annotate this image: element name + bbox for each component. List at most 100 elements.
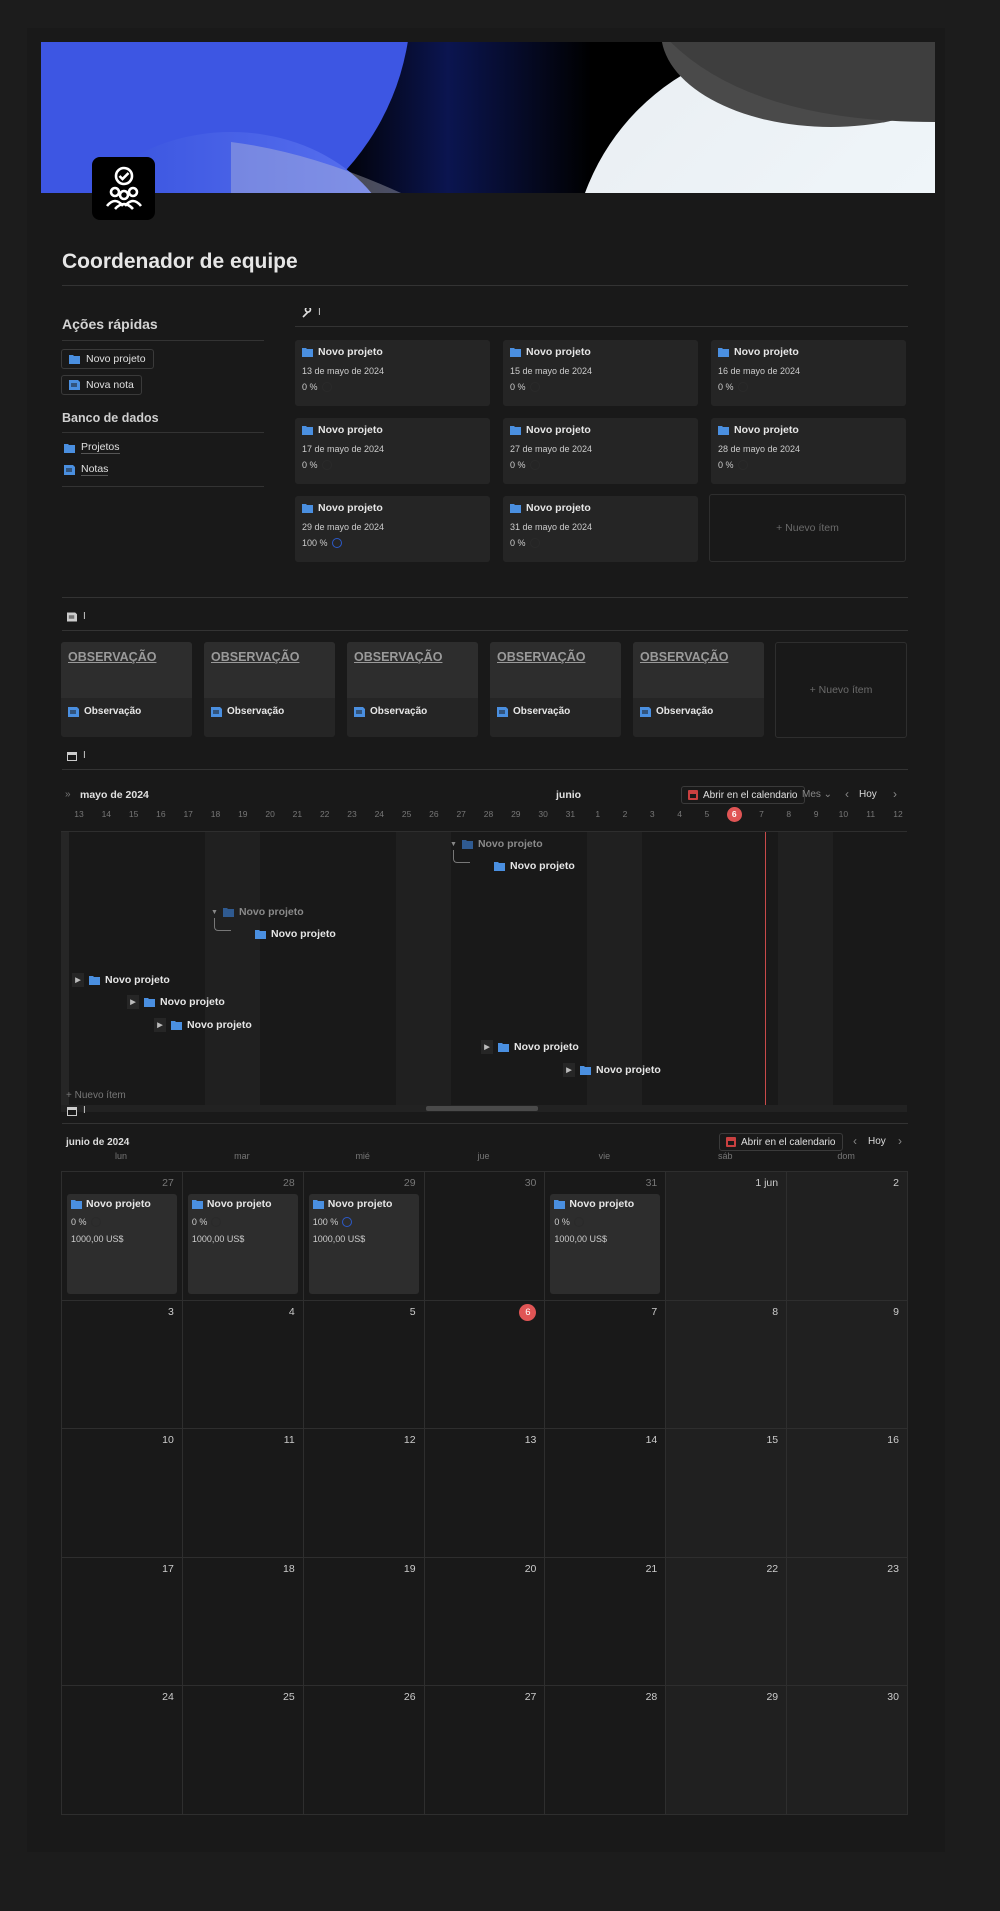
calendar-day-cell[interactable]: 27 Novo projeto 0 % 1000,00 US$ <box>62 1172 183 1301</box>
note-card[interactable]: OBSERVAÇÃO Observação <box>347 642 478 737</box>
calendar-view-header[interactable]: I <box>67 1105 86 1116</box>
chevron-right-icon[interactable]: ▶ <box>127 995 139 1009</box>
new-project-card[interactable]: + Nuevo ítem <box>709 494 906 562</box>
new-project-button[interactable]: Novo projeto <box>61 349 154 369</box>
note-card[interactable]: OBSERVAÇÃO Observação <box>633 642 764 737</box>
team-coordinator-icon <box>92 157 155 220</box>
calendar-day-cell[interactable]: 30 <box>787 1686 908 1815</box>
calendar-day-cell[interactable]: 26 <box>303 1686 425 1815</box>
calendar-day-cell[interactable]: 6 <box>424 1300 546 1430</box>
project-card-title: Novo projeto <box>718 424 899 436</box>
calendar-day-cell[interactable]: 25 <box>182 1686 304 1815</box>
note-card[interactable]: OBSERVAÇÃO Observação <box>61 642 192 737</box>
projects-db-link[interactable]: Projetos <box>64 441 120 454</box>
calendar-day-cell[interactable]: 11 <box>182 1429 304 1558</box>
calendar-day-cell[interactable]: 24 <box>62 1686 183 1815</box>
cover-art <box>41 42 935 193</box>
calendar-day-cell[interactable]: 4 <box>182 1300 304 1430</box>
calendar-day-cell[interactable]: 29 <box>666 1686 788 1815</box>
new-note-card[interactable]: + Nuevo ítem <box>775 642 907 738</box>
note-card[interactable]: OBSERVAÇÃO Observação <box>490 642 621 737</box>
project-card[interactable]: Novo projeto 29 de mayo de 2024 100 % <box>295 496 490 562</box>
chevron-right-icon[interactable]: ▶ <box>563 1063 575 1077</box>
note-icon <box>67 611 77 622</box>
calendar-day-cell[interactable]: 15 <box>666 1429 788 1558</box>
calendar-day-cell[interactable]: 3 <box>62 1300 183 1430</box>
timeline-day-label: 4 <box>677 809 682 819</box>
calendar-day-cell[interactable]: 27 <box>424 1686 546 1815</box>
notes-db-link[interactable]: Notas <box>64 463 109 476</box>
timeline-bar[interactable]: Novo projeto <box>255 928 336 940</box>
timeline-new-item[interactable]: + Nuevo ítem <box>66 1090 126 1101</box>
calendar-day-cell[interactable]: 14 <box>545 1429 667 1558</box>
calendar-day-cell[interactable]: 12 <box>303 1429 425 1558</box>
timeline-scale-select[interactable]: Mes ⌄ <box>802 789 832 800</box>
calendar-day-cell[interactable]: 7 <box>545 1300 667 1430</box>
calendar-event-card[interactable]: Novo projeto 0 % 1000,00 US$ <box>187 1194 298 1294</box>
calendar-prev-icon[interactable]: ‹ <box>853 1134 857 1148</box>
project-card[interactable]: Novo projeto 27 de mayo de 2024 0 % <box>503 418 698 484</box>
calendar-day-cell[interactable]: 30 <box>424 1172 546 1301</box>
timeline-day-label: 25 <box>401 809 412 819</box>
calendar-day-cell[interactable]: 29 Novo projeto 100 % 1000,00 US$ <box>303 1172 425 1301</box>
timeline-today-button[interactable]: Hoy <box>859 789 877 800</box>
timeline-bar[interactable]: ▶ Novo projeto <box>563 1063 661 1077</box>
calendar-day-cell[interactable]: 23 <box>787 1557 908 1687</box>
timeline-next-icon[interactable]: › <box>893 787 897 801</box>
calendar-day-cell[interactable]: 31 Novo projeto 0 % 1000,00 US$ <box>545 1172 667 1301</box>
timeline-parent-bar[interactable]: ▼ Novo projeto <box>211 906 304 918</box>
project-card[interactable]: Novo projeto 15 de mayo de 2024 0 % <box>503 340 698 406</box>
project-card[interactable]: Novo projeto 31 de mayo de 2024 0 % <box>503 496 698 562</box>
divider <box>62 769 908 770</box>
timeline-bar[interactable]: Novo projeto <box>494 860 575 872</box>
calendar-day-cell[interactable]: 18 <box>182 1557 304 1687</box>
calendar-day-cell[interactable]: 9 <box>787 1300 908 1430</box>
projects-view-header[interactable]: I <box>302 307 321 318</box>
calendar-day-cell[interactable]: 28 <box>545 1686 667 1815</box>
calendar-day-cell[interactable]: 2 <box>787 1172 908 1301</box>
calendar-today-button[interactable]: Hoy <box>868 1136 886 1147</box>
timeline-day-label: 1 <box>595 809 601 819</box>
timeline-scrollbar-thumb[interactable] <box>426 1106 538 1111</box>
timeline-bar[interactable]: ▶ Novo projeto <box>154 1018 252 1032</box>
calendar-day-cell[interactable]: 5 <box>303 1300 425 1430</box>
project-date: 31 de mayo de 2024 <box>510 522 593 532</box>
calendar-day-cell[interactable]: 22 <box>666 1557 788 1687</box>
chevron-right-icon[interactable]: ▶ <box>481 1040 493 1054</box>
calendar-event-card[interactable]: Novo projeto 0 % 1000,00 US$ <box>550 1194 661 1294</box>
timeline-bar[interactable]: ▶ Novo projeto <box>127 995 225 1009</box>
chevron-right-icon[interactable]: ▶ <box>154 1018 166 1032</box>
timeline-bar[interactable]: ▶ Novo projeto <box>72 973 170 987</box>
timeline-prev-icon[interactable]: ‹ <box>845 787 849 801</box>
timeline-view-header[interactable]: I <box>67 750 86 761</box>
calendar-day-cell[interactable]: 19 <box>303 1557 425 1687</box>
calendar-day-cell[interactable]: 20 <box>424 1557 546 1687</box>
notes-view-header[interactable]: I <box>67 611 86 622</box>
calendar-event-card[interactable]: Novo projeto 100 % 1000,00 US$ <box>308 1194 419 1294</box>
calendar-day-cell[interactable]: 28 Novo projeto 0 % 1000,00 US$ <box>182 1172 304 1301</box>
calendar-event-card[interactable]: Novo projeto 0 % 1000,00 US$ <box>67 1194 177 1294</box>
timeline-bar[interactable]: ▶ Novo projeto <box>481 1040 579 1054</box>
project-card[interactable]: Novo projeto 16 de mayo de 2024 0 % <box>711 340 906 406</box>
project-card[interactable]: Novo projeto 28 de mayo de 2024 0 % <box>711 418 906 484</box>
project-card[interactable]: Novo projeto 17 de mayo de 2024 0 % <box>295 418 490 484</box>
timeline-day-label: 20 <box>265 809 275 819</box>
project-card[interactable]: Novo projeto 13 de mayo de 2024 0 % <box>295 340 490 406</box>
calendar-day-cell[interactable]: 13 <box>424 1429 546 1558</box>
calendar-day-cell[interactable]: 16 <box>787 1429 908 1558</box>
calendar-day-cell[interactable]: 17 <box>62 1557 183 1687</box>
collapse-icon[interactable]: » <box>65 789 71 800</box>
calendar-day-cell[interactable]: 21 <box>545 1557 667 1687</box>
timeline-open-calendar-button[interactable]: Abrir en el calendario <box>681 786 805 804</box>
calendar-next-icon[interactable]: › <box>898 1134 902 1148</box>
note-card-cover: OBSERVAÇÃO <box>204 642 335 698</box>
timeline-parent-bar[interactable]: ▼ Novo projeto <box>450 838 543 850</box>
calendar-day-cell[interactable]: 10 <box>62 1429 183 1558</box>
calendar-day-cell[interactable]: 8 <box>666 1300 788 1430</box>
chevron-right-icon[interactable]: ▶ <box>72 973 84 987</box>
calendar-open-button[interactable]: Abrir en el calendario <box>719 1133 843 1151</box>
new-note-button[interactable]: Nova nota <box>61 375 142 395</box>
event-progress: 0 % <box>71 1217 173 1227</box>
note-card[interactable]: OBSERVAÇÃO Observação <box>204 642 335 737</box>
calendar-day-cell[interactable]: 1 jun <box>666 1172 788 1301</box>
